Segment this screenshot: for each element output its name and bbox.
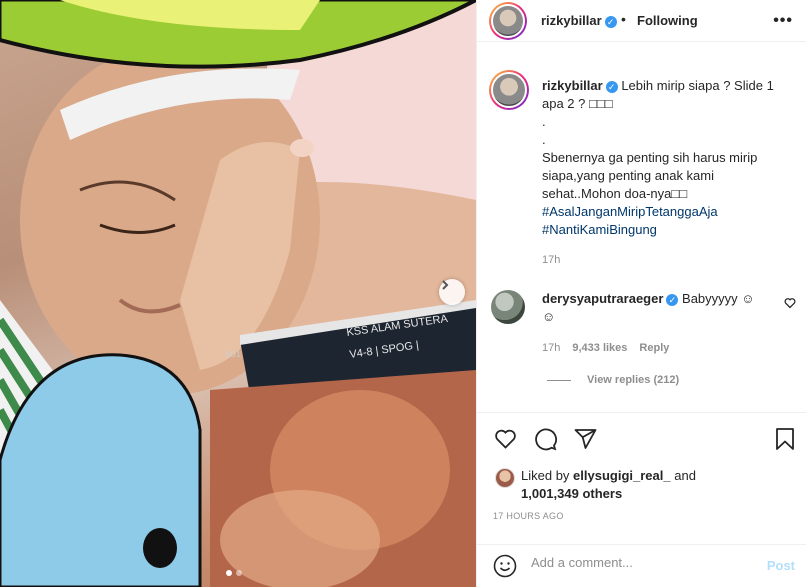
likes-count[interactable]: 1,001,349 others	[521, 486, 622, 501]
next-slide-button[interactable]	[439, 279, 465, 305]
bookmark-icon[interactable]	[773, 427, 797, 451]
caption-line-6: siapa,yang penting anak kami	[542, 168, 715, 183]
verified-icon: ✓	[605, 80, 618, 93]
post-side-panel: rizkybillar ✓ • Following ••• rizkybillar…	[476, 0, 806, 587]
ultrasound-blob-2	[220, 490, 380, 587]
author-username-link[interactable]: rizkybillar ✓	[541, 13, 617, 28]
caption-line-5: Sbenernya ga penting sih harus mirip	[542, 150, 758, 165]
liked-by: Liked by ellysugigi_real_ and 1,001,349 …	[521, 467, 791, 503]
more-options-button[interactable]: •••	[773, 12, 793, 30]
heart-icon[interactable]	[493, 427, 518, 451]
chevron-right-icon	[442, 280, 449, 290]
reply-button[interactable]: Reply	[639, 342, 669, 354]
caption: rizkybillar ✓ Lebih mirip siapa ? Slide 1…	[542, 77, 792, 239]
view-replies-button[interactable]: View replies (212)	[547, 374, 679, 386]
hashtag-link[interactable]: #AsalJanganMiripTetanggaAja	[542, 203, 792, 221]
commenter-username[interactable]: derysyaputraraeger	[542, 291, 663, 306]
comment-text-2: ☺	[542, 309, 556, 324]
comment-composer: Post	[477, 544, 806, 587]
replies-divider	[547, 379, 571, 381]
caption-line-7: sehat..Mohon doa-nya□□	[542, 186, 688, 201]
caption-timestamp[interactable]: 17h	[542, 254, 560, 266]
hashtag-link[interactable]: #NantiKamiBingung	[542, 221, 792, 239]
post-comment-button[interactable]: Post	[767, 558, 795, 573]
comment-likes[interactable]: 9,433 likes	[572, 342, 627, 354]
author-avatar[interactable]	[489, 2, 527, 40]
emoji-icon[interactable]	[493, 554, 517, 578]
caption-line-4: .	[542, 132, 546, 147]
liked-by-prefix: Liked by	[521, 468, 570, 483]
share-icon[interactable]	[573, 427, 598, 451]
comment-timestamp[interactable]: 17h	[542, 342, 560, 354]
verified-icon: ✓	[666, 293, 679, 306]
comment-icon[interactable]	[533, 427, 558, 451]
action-bar	[477, 412, 806, 462]
slide-indicator	[226, 570, 242, 576]
post-photo[interactable]: KSS ALAM SUTERA V4-8 | SPOG | 001	[0, 0, 476, 587]
following-button[interactable]: Following	[637, 13, 698, 28]
post-header: rizkybillar ✓ • Following •••	[477, 0, 806, 42]
post-age[interactable]: 17 HOURS AGO	[493, 511, 564, 521]
comment-text: Babyyyyy ☺	[682, 291, 755, 306]
photo-illustration: KSS ALAM SUTERA V4-8 | SPOG | 001	[0, 0, 476, 587]
caption-line-1: Lebih mirip siapa ? Slide 1	[621, 78, 774, 93]
verified-icon: ✓	[604, 15, 617, 28]
sign-side: 001	[225, 348, 241, 360]
commenter-avatar[interactable]	[491, 290, 525, 324]
liker-avatar[interactable]	[495, 468, 515, 488]
caption-author-avatar[interactable]	[489, 70, 529, 110]
slide-dot-1	[226, 570, 232, 576]
header-separator: •	[621, 11, 626, 27]
fingernail	[290, 139, 314, 157]
author-username[interactable]: rizkybillar	[541, 13, 602, 28]
slide-dot-2	[236, 570, 242, 576]
comment-meta: 17h 9,433 likes Reply	[542, 342, 669, 354]
comment-like-heart-icon[interactable]	[784, 297, 796, 309]
view-replies-label[interactable]: View replies (212)	[587, 374, 679, 386]
caption-username[interactable]: rizkybillar	[542, 78, 603, 93]
caption-line-3: .	[542, 114, 546, 129]
comment: derysyaputraraeger ✓ Babyyyyy ☺ ☺	[542, 290, 772, 326]
caption-line-2: apa 2 ? □□□	[542, 96, 613, 111]
liker-username[interactable]: ellysugigi_real_	[573, 468, 671, 483]
comment-input[interactable]	[531, 555, 751, 570]
sticker-eye	[143, 528, 177, 568]
liked-by-and: and	[674, 468, 696, 483]
